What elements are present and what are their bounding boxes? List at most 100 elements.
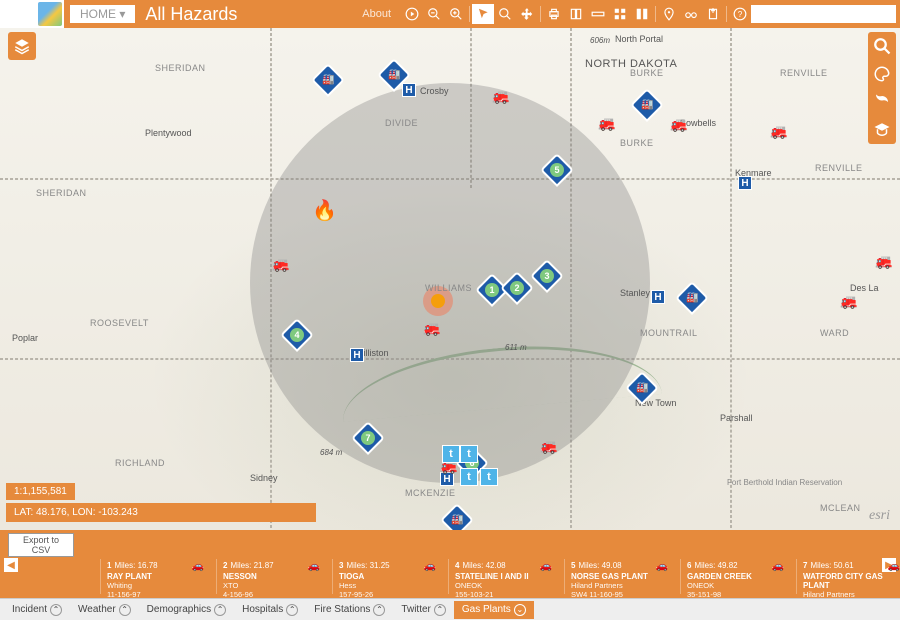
result-card[interactable]: 7Miles: 50.61🚗WATFORD CITY GAS PLANTHila… xyxy=(796,559,900,594)
top-toolbar: HOME ▾ All Hazards About ? xyxy=(0,0,900,28)
contour-label: 606m xyxy=(590,36,610,45)
tab-fire-stations[interactable]: Fire Stations⌃ xyxy=(306,601,393,619)
fire-station-marker[interactable]: 🚒 xyxy=(770,123,787,140)
search-input[interactable] xyxy=(751,5,896,23)
result-card[interactable]: 2Miles: 21.87🚗NESSONXTO4-156-96 xyxy=(216,559,324,594)
hospital-marker[interactable]: H xyxy=(738,176,752,190)
gas-plant-pin-7[interactable]: 7 xyxy=(356,426,380,454)
search-panel-icon[interactable] xyxy=(872,36,892,56)
gas-plant-pin-4[interactable]: 4 xyxy=(285,323,309,351)
fire-station-marker[interactable]: 🚒 xyxy=(875,253,892,270)
layers-button[interactable] xyxy=(8,32,36,60)
fire-station-marker[interactable]: 🚒 xyxy=(272,256,289,273)
export-csv-button[interactable]: Export to CSV xyxy=(8,533,74,557)
twitter-marker[interactable]: t xyxy=(460,468,478,486)
tab-demographics[interactable]: Demographics⌃ xyxy=(139,601,234,619)
twitter-marker[interactable]: t xyxy=(442,445,460,463)
pan-icon[interactable] xyxy=(516,4,538,24)
city-label: Sidney xyxy=(250,473,278,483)
car-icon: 🚗 xyxy=(888,561,900,572)
book-icon[interactable] xyxy=(565,4,587,24)
county-label: WARD xyxy=(820,328,849,338)
palette-icon[interactable] xyxy=(872,64,892,84)
tab-hospitals[interactable]: Hospitals⌃ xyxy=(234,601,306,619)
city-label: North Portal xyxy=(615,34,663,44)
county-label: MCLEAN xyxy=(820,503,861,513)
tab-weather[interactable]: Weather⌃ xyxy=(70,601,139,619)
twitter-marker[interactable]: t xyxy=(460,445,478,463)
tab-incident[interactable]: Incident⌃ xyxy=(4,601,70,619)
about-link[interactable]: About xyxy=(362,8,391,20)
hospital-marker[interactable]: H xyxy=(402,83,416,97)
help-icon[interactable]: ? xyxy=(729,4,751,24)
esri-attribution: esri xyxy=(869,508,890,524)
hurricane-icon[interactable] xyxy=(872,92,892,112)
county-label: RENVILLE xyxy=(780,68,828,78)
result-card[interactable]: 6Miles: 49.82🚗GARDEN CREEKONEOK35-151-98 xyxy=(680,559,788,594)
county-label: DIVIDE xyxy=(385,118,418,128)
hospital-marker[interactable]: H xyxy=(350,348,364,362)
fire-station-marker[interactable]: 🚒 xyxy=(540,438,557,455)
city-label: Des La xyxy=(850,283,879,293)
car-icon: 🚗 xyxy=(540,561,552,572)
location-pin-icon[interactable] xyxy=(658,4,680,24)
gas-plant-pin-5[interactable]: 5 xyxy=(545,158,569,186)
result-card[interactable]: 3Miles: 31.25🚗TIOGAHess157-95-26 xyxy=(332,559,440,594)
car-icon: 🚗 xyxy=(772,561,784,572)
facility-pin[interactable]: 🏭 xyxy=(316,68,340,96)
city-label: Stanley xyxy=(620,288,650,298)
zoom-out-icon[interactable] xyxy=(423,4,445,24)
fire-station-marker[interactable]: 🚒 xyxy=(670,116,687,133)
facility-pin[interactable]: 🏭 xyxy=(635,93,659,121)
chevron-icon: ⌄ xyxy=(514,604,526,616)
county-label: SHERIDAN xyxy=(36,188,87,198)
zoom-in-icon[interactable] xyxy=(445,4,467,24)
city-label: Poplar xyxy=(12,333,38,343)
share-icon[interactable] xyxy=(702,4,724,24)
print-icon[interactable] xyxy=(543,4,565,24)
result-card[interactable]: 5Miles: 49.08🚗NORSE GAS PLANTHiland Part… xyxy=(564,559,672,594)
county-label: WILLIAMS xyxy=(425,283,472,293)
county-label: ROOSEVELT xyxy=(90,318,149,328)
result-card[interactable]: 4Miles: 42.08🚗STATELINE I AND IIONEOK155… xyxy=(448,559,556,594)
county-label: RICHLAND xyxy=(115,458,165,468)
chevron-icon: ⌃ xyxy=(119,604,131,616)
county-label: BURKE xyxy=(630,68,664,78)
grid-icon[interactable] xyxy=(609,4,631,24)
tab-twitter[interactable]: Twitter⌃ xyxy=(393,601,453,619)
flame-icon: 🔥 xyxy=(312,198,337,223)
facility-pin[interactable]: 🏭 xyxy=(630,376,654,404)
gas-plant-pin-2[interactable]: 2 xyxy=(505,276,529,304)
fire-station-marker[interactable]: 🚒 xyxy=(598,115,615,132)
fire-station-marker[interactable]: 🚒 xyxy=(492,88,509,105)
pointer-icon[interactable] xyxy=(472,4,494,24)
home-menu-button[interactable]: HOME ▾ xyxy=(70,5,135,23)
play-icon[interactable] xyxy=(401,4,423,24)
zoom-extent-icon[interactable] xyxy=(494,4,516,24)
right-toolbar xyxy=(868,32,896,144)
county-label: BURKE xyxy=(620,138,654,148)
binoculars-icon[interactable] xyxy=(680,4,702,24)
ruler-icon[interactable] xyxy=(587,4,609,24)
facility-pin[interactable]: 🏭 xyxy=(680,286,704,314)
map-canvas[interactable]: NORTH DAKOTA SHERIDAN DIVIDE BURKE BURKE… xyxy=(0,28,900,530)
result-card[interactable]: 1Miles: 16.78🚗RAY PLANTWhiting11-156-97 xyxy=(100,559,208,594)
chevron-icon: ⌃ xyxy=(286,604,298,616)
results-panel: Export to CSV ◀ ▶ 1Miles: 16.78🚗RAY PLAN… xyxy=(0,530,900,598)
twitter-marker[interactable]: t xyxy=(480,468,498,486)
list-icon[interactable] xyxy=(631,4,653,24)
page-title: All Hazards xyxy=(145,4,237,25)
fire-station-marker[interactable]: 🚒 xyxy=(840,293,857,310)
hospital-marker[interactable]: H xyxy=(651,290,665,304)
facility-pin[interactable]: 🏭 xyxy=(445,508,469,530)
county-label: SHERIDAN xyxy=(155,63,206,73)
fire-station-marker[interactable]: 🚒 xyxy=(423,320,440,337)
tab-gas-plants[interactable]: Gas Plants⌄ xyxy=(454,601,534,619)
map-scale: 1:1,155,581 xyxy=(6,483,75,500)
map-coordinates: LAT: 48.176, LON: -103.243 xyxy=(6,503,316,522)
education-icon[interactable] xyxy=(872,120,892,140)
gas-plant-pin-3[interactable]: 3 xyxy=(535,264,559,292)
county-label: MOUNTRAIL xyxy=(640,328,698,338)
car-icon: 🚗 xyxy=(308,561,320,572)
gas-plant-pin-1[interactable]: 1 xyxy=(480,278,504,306)
